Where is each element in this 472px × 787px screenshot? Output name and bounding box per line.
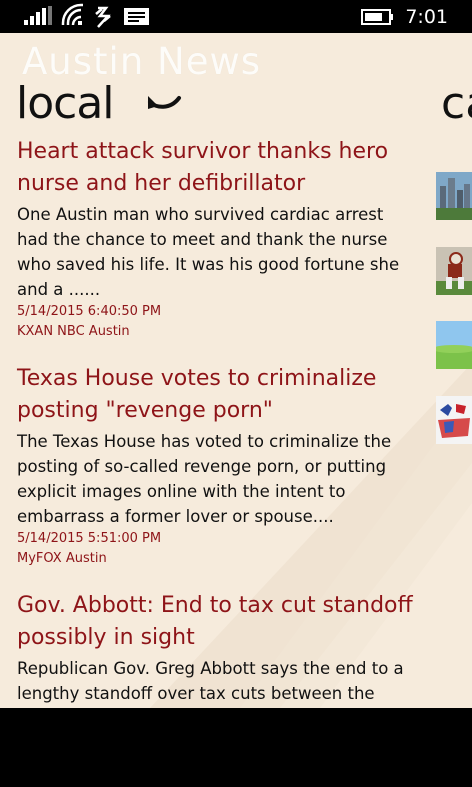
- article-source: KXAN NBC Austin: [17, 324, 130, 339]
- app-title: Austin News: [22, 40, 262, 83]
- article-headline[interactable]: Heart attack survivor thanks hero nurse …: [17, 136, 417, 200]
- pivot-header-local[interactable]: local: [16, 78, 115, 129]
- clock-time: 7:01: [405, 6, 448, 28]
- battery-icon: [361, 9, 393, 25]
- news-article[interactable]: Heart attack survivor thanks hero nurse …: [17, 136, 417, 342]
- wifi-icon: [61, 3, 83, 26]
- news-feed: Heart attack survivor thanks hero nurse …: [17, 136, 417, 727]
- article-summary: One Austin man who survived cardiac arre…: [17, 205, 400, 299]
- article-date: 5/14/2015 6:40:50 PM: [17, 304, 162, 319]
- article-summary: Republican Gov. Greg Abbott says the end…: [17, 659, 404, 703]
- signal-strength-icon: [24, 6, 52, 25]
- news-article[interactable]: Texas House votes to criminalize posting…: [17, 363, 417, 569]
- article-source: MyFOX Austin: [17, 551, 107, 566]
- status-bar: 7:01: [0, 0, 472, 33]
- message-icon: [124, 8, 149, 25]
- pivot-header-next[interactable]: ca: [441, 78, 472, 129]
- politics-map-thumbnail[interactable]: [436, 396, 472, 444]
- refresh-icon[interactable]: [146, 92, 184, 118]
- article-headline[interactable]: Texas House votes to criminalize posting…: [17, 363, 417, 427]
- article-date: 5/14/2015 5:51:00 PM: [17, 531, 162, 546]
- football-player-thumbnail[interactable]: [436, 247, 472, 295]
- article-summary: The Texas House has voted to criminalize…: [17, 432, 392, 526]
- app-bar: [0, 708, 472, 787]
- green-field-thumbnail[interactable]: [436, 321, 472, 369]
- data-connection-icon: [95, 6, 111, 28]
- city-skyline-thumbnail[interactable]: [436, 172, 472, 220]
- article-headline[interactable]: Gov. Abbott: End to tax cut standoff pos…: [17, 590, 417, 654]
- news-article[interactable]: Gov. Abbott: End to tax cut standoff pos…: [17, 590, 417, 706]
